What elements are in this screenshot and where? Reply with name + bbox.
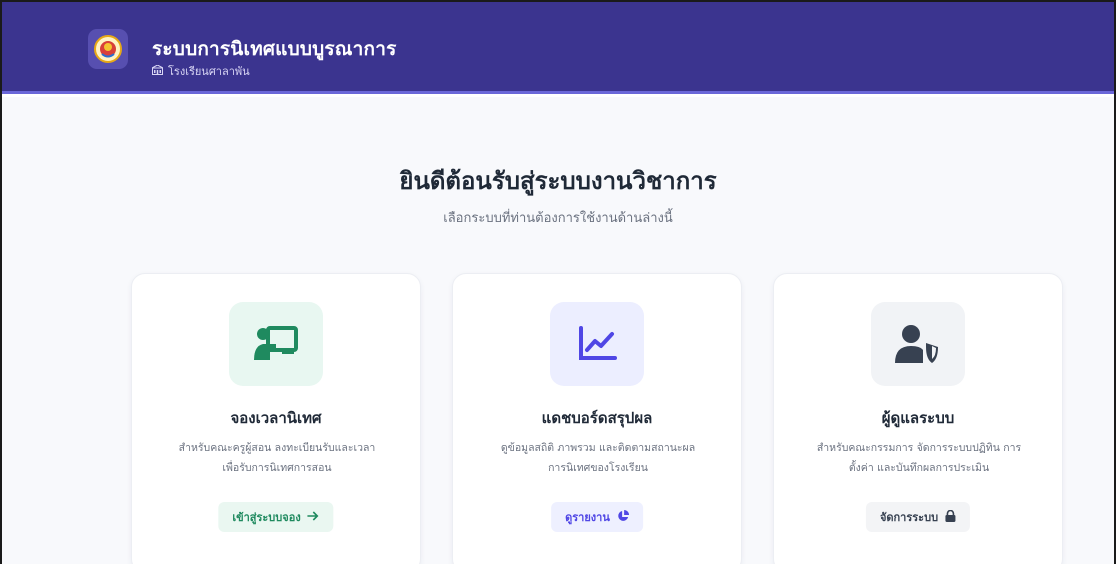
welcome-subtitle: เลือกระบบที่ท่านต้องการใช้งานด้านล่างนี้ bbox=[443, 211, 673, 226]
card-system-admin[interactable]: ผู้ดูแลระบบ สำหรับคณะกรรมการ จัดการระบบป… bbox=[773, 273, 1063, 564]
app-title: ระบบการนิเทศแบบบูรณาการ bbox=[152, 38, 397, 60]
lock-icon bbox=[945, 509, 956, 525]
line-chart-icon bbox=[550, 302, 644, 386]
manage-system-button[interactable]: จัดการระบบ bbox=[865, 502, 971, 532]
button-label: เข้าสู่ระบบจอง bbox=[232, 511, 301, 524]
card-description-line: ตั้งค่า และบันทึกผลการประเมิน bbox=[848, 462, 990, 474]
card-description-line: เพื่อรับการนิเทศการสอน bbox=[222, 462, 332, 474]
school-name: โรงเรียนศาลาพัน bbox=[168, 65, 250, 78]
card-description: ดูข้อมูลสถิติ ภาพรวม และติดตามสถานะผล กา… bbox=[473, 438, 723, 478]
school-info: โรงเรียนศาลาพัน bbox=[151, 62, 250, 80]
card-description-line: สำหรับคณะกรรมการ จัดการระบบปฏิทิน การ bbox=[816, 442, 1022, 454]
teacher-presentation-icon bbox=[229, 302, 323, 386]
top-header: ระบบการนิเทศแบบบูรณาการ โรงเรียนศาลาพัน bbox=[2, 2, 1114, 94]
button-label: ดูรายงาน bbox=[565, 511, 610, 524]
card-title: แดชบอร์ดสรุปผล bbox=[541, 409, 653, 427]
view-report-button[interactable]: ดูรายงาน bbox=[551, 502, 643, 532]
card-description: สำหรับคณะกรรมการ จัดการระบบปฏิทิน การ ตั… bbox=[794, 438, 1044, 478]
button-label: จัดการระบบ bbox=[879, 511, 939, 524]
arrow-right-icon bbox=[307, 510, 320, 524]
card-supervision-booking[interactable]: จองเวลานิเทศ สำหรับคณะครูผู้สอน ลงทะเบีย… bbox=[131, 273, 421, 564]
user-shield-icon bbox=[871, 302, 965, 386]
welcome-title: ยินดีต้อนรับสู่ระบบงานวิชาการ bbox=[399, 167, 717, 195]
card-summary-dashboard[interactable]: แดชบอร์ดสรุปผล ดูข้อมูลสถิติ ภาพรวม และต… bbox=[452, 273, 742, 564]
card-description-line: ดูข้อมูลสถิติ ภาพรวม และติดตามสถานะผล bbox=[500, 442, 696, 454]
card-title: ผู้ดูแลระบบ bbox=[881, 409, 955, 427]
enter-booking-button[interactable]: เข้าสู่ระบบจอง bbox=[218, 502, 334, 532]
card-description: สำหรับคณะครูผู้สอน ลงทะเบียนรับและเวลา เ… bbox=[152, 438, 402, 478]
card-description-line: สำหรับคณะครูผู้สอน ลงทะเบียนรับและเวลา bbox=[178, 442, 376, 454]
building-icon bbox=[151, 63, 164, 78]
main-content: ยินดีต้อนรับสู่ระบบงานวิชาการ เลือกระบบท… bbox=[2, 97, 1114, 564]
school-seal-icon[interactable] bbox=[88, 29, 128, 69]
card-title: จองเวลานิเทศ bbox=[230, 409, 322, 427]
card-description-line: การนิเทศของโรงเรียน bbox=[548, 462, 648, 474]
pie-chart-icon bbox=[617, 509, 629, 525]
